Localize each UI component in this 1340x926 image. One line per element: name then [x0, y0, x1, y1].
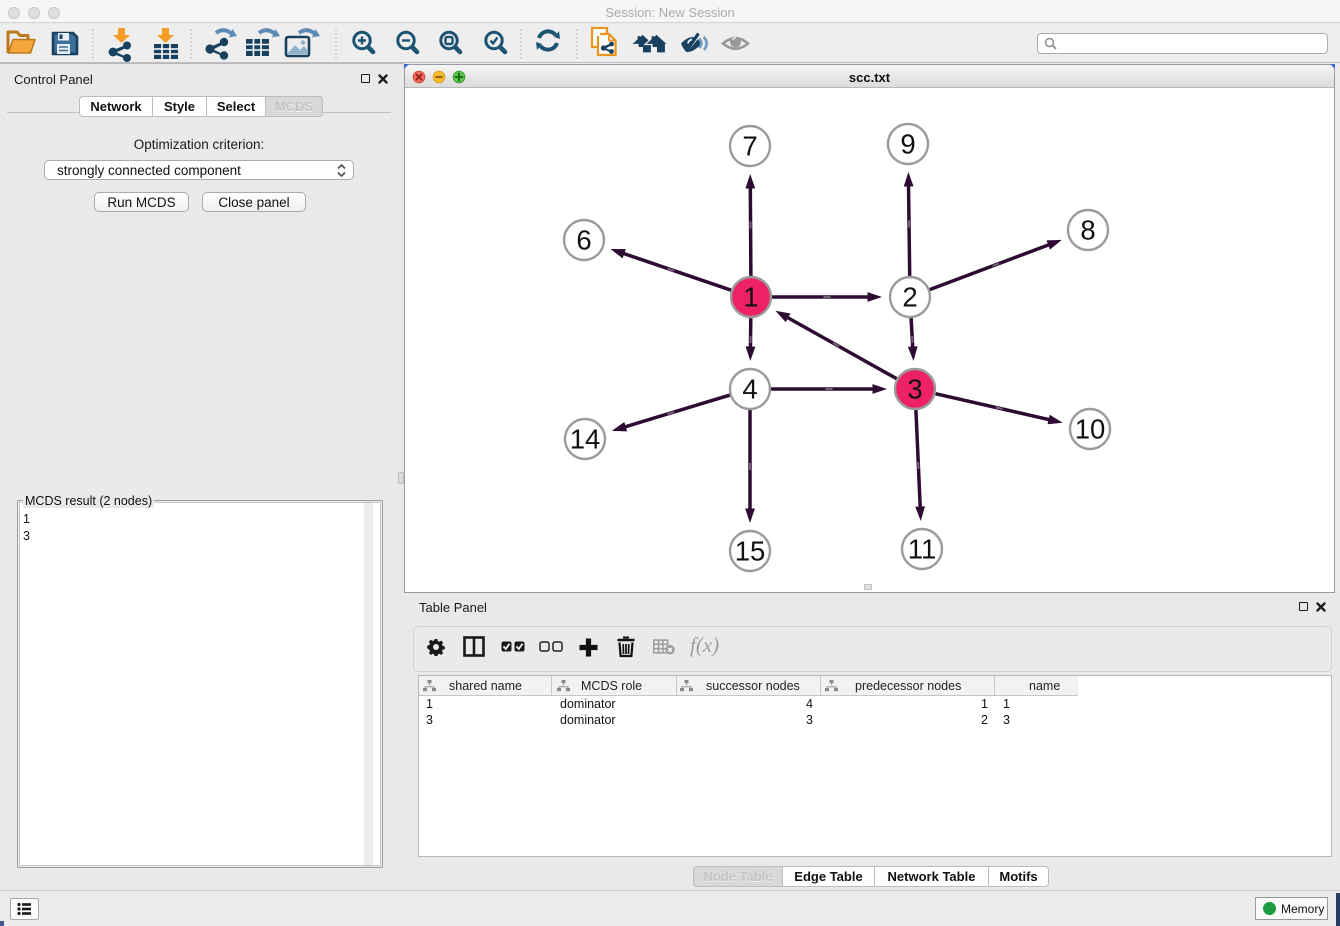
svg-text:14: 14: [570, 424, 601, 455]
svg-text:11: 11: [908, 534, 937, 565]
svg-text:3: 3: [907, 374, 922, 405]
svg-text:4: 4: [742, 374, 757, 405]
svg-text:2: 2: [902, 282, 917, 313]
svg-text:6: 6: [576, 225, 591, 256]
svg-text:1: 1: [743, 282, 758, 313]
svg-text:9: 9: [900, 129, 915, 160]
svg-text:15: 15: [735, 536, 766, 567]
svg-text:7: 7: [742, 131, 757, 162]
svg-text:8: 8: [1080, 215, 1095, 246]
svg-text:10: 10: [1075, 414, 1106, 445]
